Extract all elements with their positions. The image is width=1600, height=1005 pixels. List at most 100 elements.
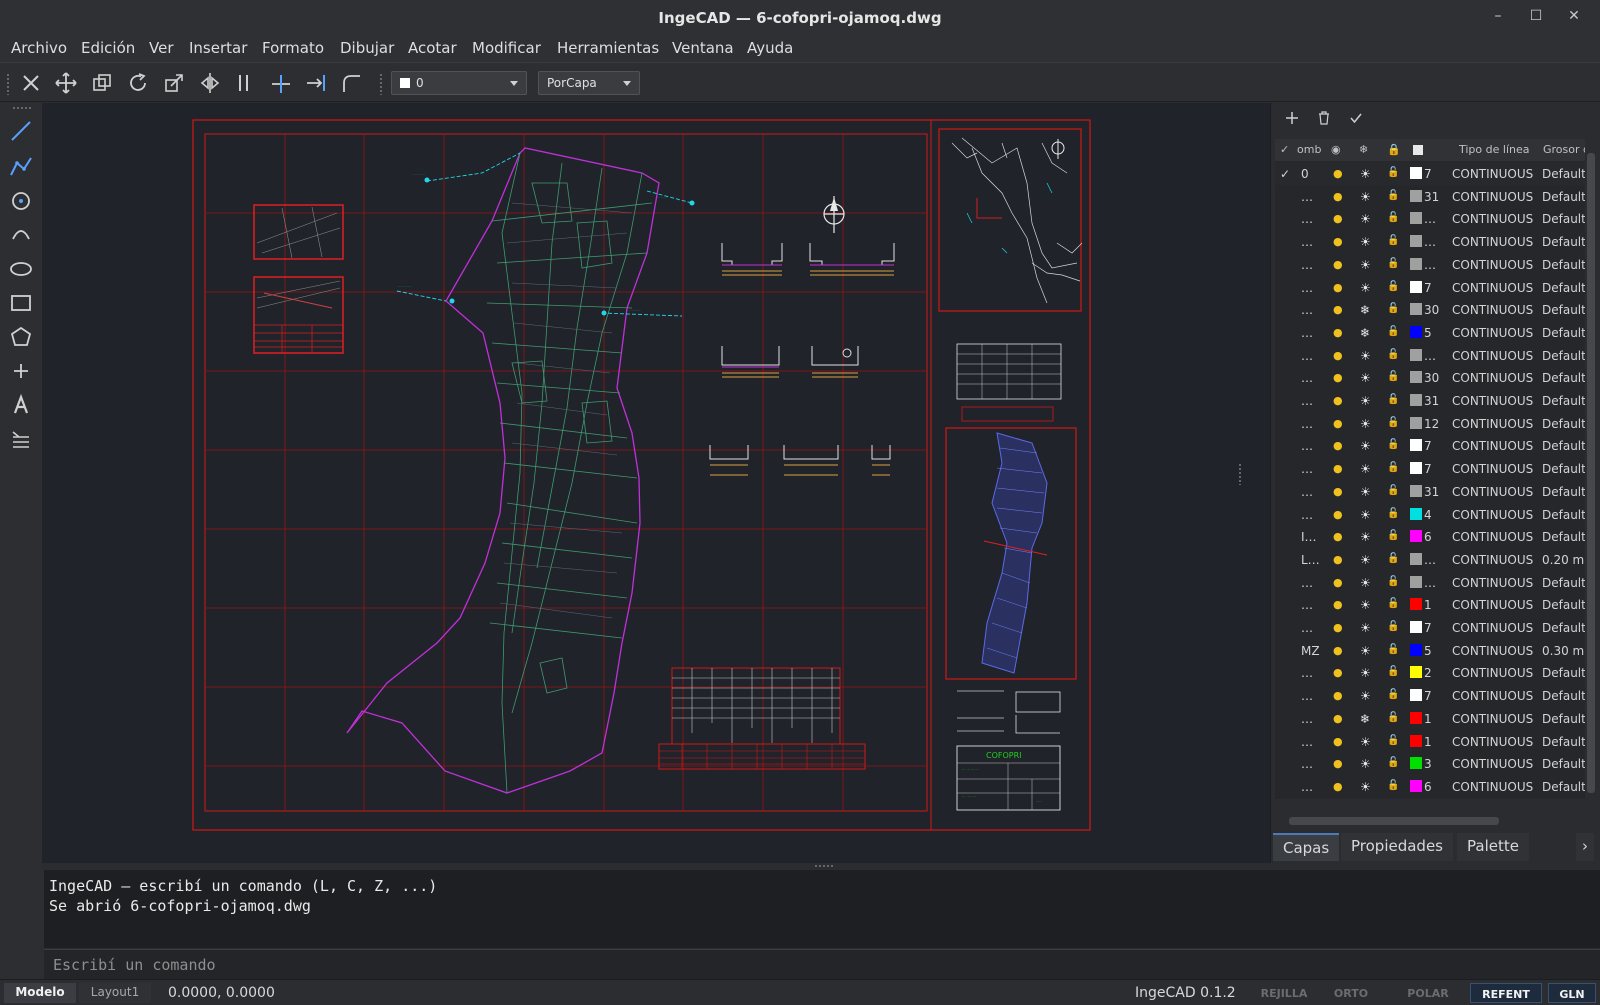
lightbulb-icon[interactable]: ● [1333,598,1343,611]
layer-color-swatch[interactable] [1410,325,1422,338]
layer-color-swatch[interactable] [1410,507,1422,520]
freeze-sun-icon[interactable]: ☀ [1360,576,1371,590]
command-input[interactable]: Escribí un comando [44,949,1600,979]
layer-color-swatch[interactable] [1410,416,1422,429]
extend-icon[interactable] [302,69,330,97]
lock-icon[interactable]: 🔓 [1387,780,1399,791]
freeze-sun-icon[interactable]: ☀ [1360,462,1371,476]
point-icon[interactable] [7,357,35,385]
lightbulb-icon[interactable]: ● [1333,462,1343,475]
layer-color-swatch[interactable] [1410,552,1422,565]
command-splitter[interactable] [42,863,1600,869]
lightbulb-icon[interactable]: ● [1333,371,1343,384]
layer-row[interactable]: …6CONTINUOUSDefault●☀🔓 [1275,798,1585,799]
lock-icon[interactable]: 🔓 [1387,621,1399,632]
layer-combo[interactable]: 0 [391,71,527,95]
layer-row[interactable]: … 30 CONTINUOUS Default ● ❄ 🔓 [1275,298,1585,321]
layer-row[interactable]: ✓ 0 7 CONTINUOUS Default ● ☀ 🔓 [1275,162,1585,185]
layer-color-swatch[interactable] [1410,371,1422,384]
copy-icon[interactable] [88,69,116,97]
erase-icon[interactable] [17,69,45,97]
layer-row[interactable]: … 7 CONTINUOUS Default ● ☀ 🔓 [1275,684,1585,707]
lightbulb-icon[interactable]: ● [1333,167,1343,180]
layer-row[interactable]: … 2 CONTINUOUS Default ● ☀ 🔓 [1275,661,1585,684]
lock-icon[interactable]: 🔓 [1387,757,1399,768]
lock-icon[interactable]: 🔓 [1387,303,1399,314]
arc-icon[interactable] [7,220,35,248]
lightbulb-icon[interactable]: ● [1333,689,1343,702]
close-button[interactable]: ✕ [1564,8,1584,24]
lock-icon[interactable]: 🔓 [1387,712,1399,723]
lightbulb-icon[interactable]: ● [1333,258,1343,271]
layer-row[interactable]: … 7 CONTINUOUS Default ● ☀ 🔓 [1275,457,1585,480]
layer-row[interactable]: … 31 CONTINUOUS Default ● ☀ 🔓 [1275,389,1585,412]
lightbulb-icon[interactable]: ● [1333,439,1343,452]
layer-color-swatch[interactable] [1410,235,1422,248]
layer-color-swatch[interactable] [1410,621,1422,633]
freeze-sun-icon[interactable]: ☀ [1360,689,1371,703]
lock-icon[interactable]: 🔓 [1387,666,1399,677]
layer-row[interactable]: … 30 CONTINUOUS Default ● ☀ 🔓 [1275,366,1585,389]
lightbulb-icon[interactable]: ● [1333,303,1343,316]
layer-color-swatch[interactable] [1410,666,1422,679]
layer-color-swatch[interactable] [1410,167,1422,179]
freeze-sun-icon[interactable]: ☀ [1360,281,1371,295]
lock-icon[interactable]: 🔓 [1387,349,1399,360]
layer-row[interactable]: … … CONTINUOUS Default ● ☀ 🔓 [1275,207,1585,230]
toggle-refent[interactable]: REFENT [1470,983,1542,1003]
toggle-orto[interactable]: ORTO [1326,983,1376,1003]
polyline-icon[interactable] [7,152,35,180]
menu-ayuda[interactable]: Ayuda [747,39,793,57]
layer-row[interactable]: … … CONTINUOUS Default ● ☀ 🔓 [1275,571,1585,594]
freeze-sun-icon[interactable]: ☀ [1360,644,1371,658]
tab-modelo[interactable]: Modelo [4,983,76,1003]
lock-icon[interactable]: 🔓 [1387,371,1399,382]
layer-row[interactable]: … 5 CONTINUOUS Default ● ❄ 🔓 [1275,321,1585,344]
toolbar-grip[interactable] [6,73,10,95]
move-icon[interactable] [52,69,80,97]
menu-archivo[interactable]: Archivo [11,39,67,57]
freeze-sun-icon[interactable]: ❄ [1360,326,1370,340]
freeze-sun-icon[interactable]: ☀ [1360,780,1371,794]
rectangle-icon[interactable] [7,289,35,317]
layer-color-swatch[interactable] [1410,394,1422,406]
freeze-sun-icon[interactable]: ☀ [1360,258,1371,272]
toolbar-grip-2[interactable] [379,73,383,95]
layer-color-swatch[interactable] [1410,348,1422,361]
mirror-icon[interactable] [196,69,224,97]
freeze-sun-icon[interactable]: ☀ [1360,621,1371,635]
set-current-layer-button[interactable] [1347,111,1365,129]
layer-row[interactable]: … 12 CONTINUOUS Default ● ☀ 🔓 [1275,412,1585,435]
rotate-icon[interactable] [124,69,152,97]
lock-icon[interactable]: 🔓 [1387,212,1399,223]
lightbulb-icon[interactable]: ● [1333,530,1343,543]
lightbulb-icon[interactable]: ● [1333,712,1343,725]
lock-icon[interactable]: 🔓 [1387,394,1399,405]
tab-capas[interactable]: Capas [1273,833,1340,861]
layer-row[interactable]: … 7 CONTINUOUS Default ● ☀ 🔓 [1275,276,1585,299]
lock-icon[interactable]: 🔓 [1387,598,1399,609]
freeze-sun-icon[interactable]: ☀ [1360,485,1371,499]
add-layer-button[interactable] [1283,111,1301,129]
layer-row[interactable]: … 7 CONTINUOUS Default ● ☀ 🔓 [1275,616,1585,639]
freeze-sun-icon[interactable]: ☀ [1360,417,1371,431]
layer-color-swatch[interactable] [1410,734,1422,747]
lock-icon[interactable]: 🔓 [1387,439,1399,450]
maximize-button[interactable]: ☐ [1526,8,1546,24]
layer-color-swatch[interactable] [1410,484,1422,497]
lock-icon[interactable]: 🔓 [1387,644,1399,655]
freeze-header-icon[interactable]: ❄ [1359,143,1368,156]
layer-horizontal-scrollbar[interactable] [1275,815,1581,827]
layer-color-swatch[interactable] [1410,643,1422,656]
lightbulb-icon[interactable]: ● [1333,576,1343,589]
lock-icon[interactable]: 🔓 [1387,689,1399,700]
ellipse-icon[interactable] [7,255,35,283]
freeze-sun-icon[interactable]: ☀ [1360,394,1371,408]
lock-icon[interactable]: 🔓 [1387,258,1399,269]
menu-acotar[interactable]: Acotar [408,39,457,57]
menu-insertar[interactable]: Insertar [189,39,247,57]
text-icon[interactable] [7,391,35,419]
menu-herramientas[interactable]: Herramientas [557,39,659,57]
lock-icon[interactable]: 🔓 [1387,462,1399,473]
linetype-combo[interactable]: PorCapa [538,71,640,95]
